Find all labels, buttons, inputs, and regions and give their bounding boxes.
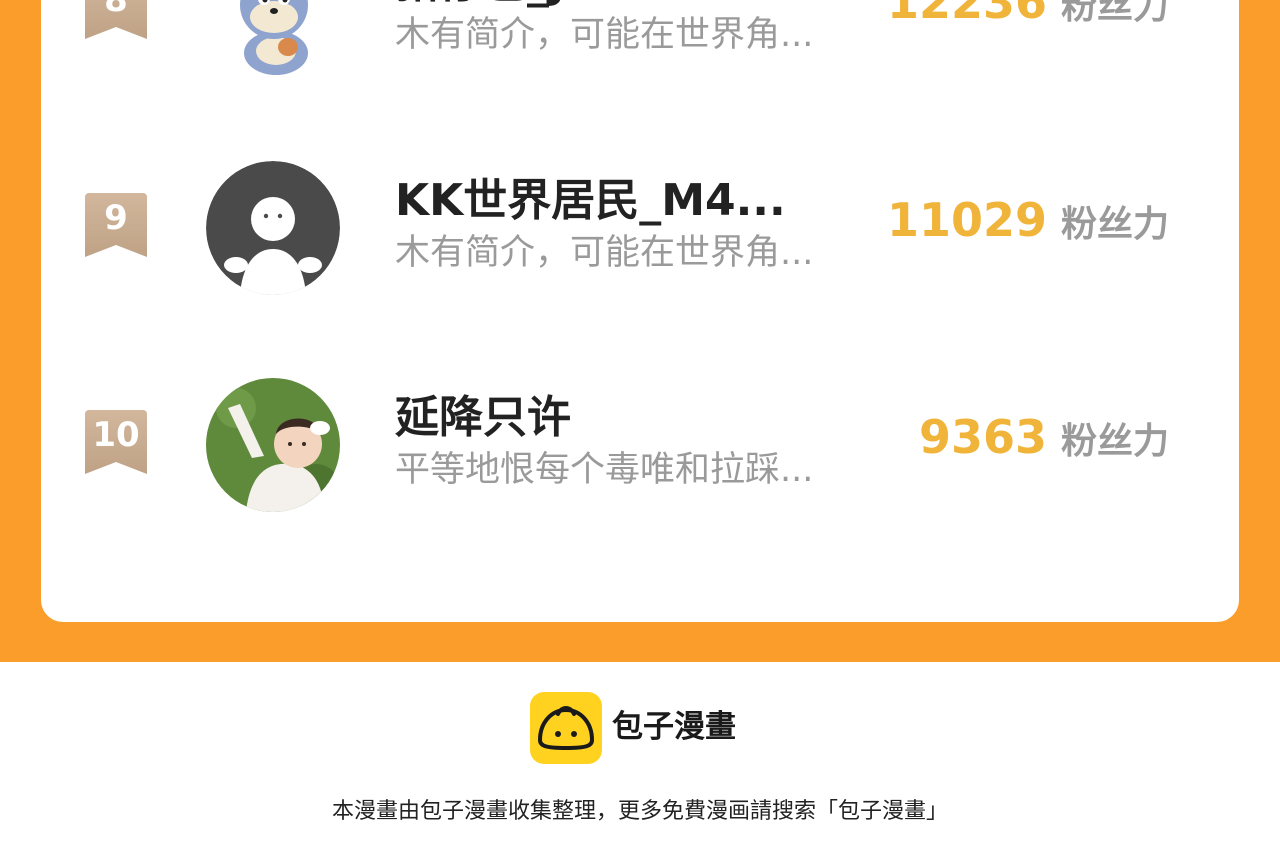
fans-unit-label: 粉丝力: [1060, 421, 1169, 462]
rank-ribbon-badge: 9: [85, 193, 147, 259]
rank-number: 8: [104, 0, 128, 20]
ranking-card: 8 猪仔包_Jhin1... 木有简介，可能在世界角... 12236: [41, 0, 1239, 622]
user-bio: 木有简介，可能在世界角...: [395, 15, 814, 55]
rank-ribbon-badge: 10: [85, 410, 147, 476]
fans-count: 9363: [918, 410, 1047, 464]
user-bio: 平等地恨每个毒唯和拉踩...: [395, 450, 814, 490]
photo-avatar[interactable]: [206, 378, 340, 512]
cartoon-cat-avatar[interactable]: [206, 0, 340, 77]
rank-number: 9: [104, 198, 128, 238]
default-user-avatar[interactable]: [206, 161, 340, 295]
footer-brand-name[interactable]: 包子漫畫: [612, 706, 736, 748]
baozi-logo-icon[interactable]: [530, 692, 602, 764]
ranking-row[interactable]: 8 猪仔包_Jhin1... 木有简介，可能在世界角... 12236: [41, 0, 1239, 95]
rank-ribbon-badge: 8: [85, 0, 147, 41]
user-name[interactable]: KK世界居民_M4...: [395, 173, 895, 229]
fans-unit-label: 粉丝力: [1060, 0, 1169, 27]
ranking-row[interactable]: 9 KK世界居民_M4... 木有简介，可能在世界角... 11029 粉丝力: [41, 153, 1239, 313]
fans-count: 12236: [886, 0, 1047, 29]
user-bio: 木有简介，可能在世界角...: [395, 233, 814, 273]
fans-power: 12236 粉丝力: [887, 0, 1169, 35]
user-name[interactable]: 延降只许: [395, 390, 895, 446]
rank-number: 10: [92, 415, 140, 455]
footer-note: 本漫畫由包子漫畫收集整理，更多免費漫画請搜索「包子漫畫」: [331, 799, 948, 824]
fans-power: 11029 粉丝力: [887, 193, 1169, 253]
ranking-row[interactable]: 10 延降只许 平等地恨每个毒唯和拉踩... 9363 粉丝力: [41, 370, 1239, 530]
user-name[interactable]: 猪仔包_Jhin1...: [395, 0, 895, 11]
fans-power: 9363 粉丝力: [919, 410, 1169, 470]
fans-count: 11029: [886, 193, 1047, 247]
fans-unit-label: 粉丝力: [1060, 204, 1169, 245]
